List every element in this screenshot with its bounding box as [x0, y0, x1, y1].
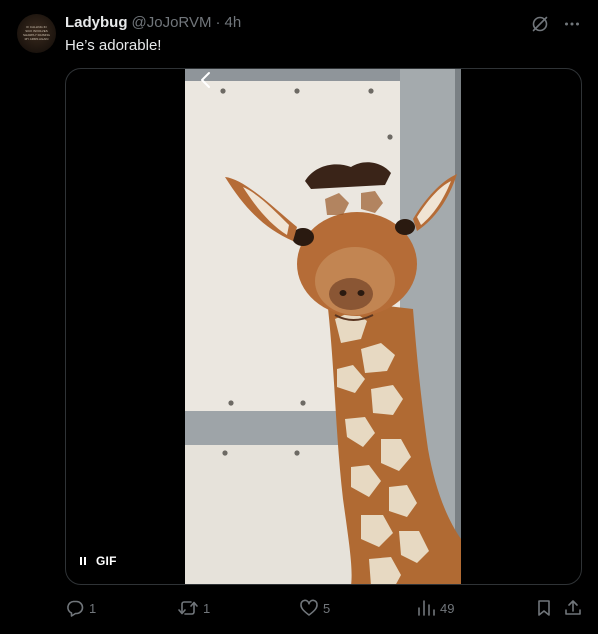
- giraffe-gif[interactable]: [185, 69, 461, 584]
- pause-icon[interactable]: [78, 556, 88, 566]
- more-icon[interactable]: [562, 14, 582, 34]
- reply-icon: [67, 600, 84, 617]
- views-count: 49: [440, 600, 455, 616]
- gif-label: GIF: [96, 554, 117, 568]
- timestamp[interactable]: 4h: [224, 14, 241, 31]
- chevron-left-icon[interactable]: [199, 71, 213, 89]
- repost-button[interactable]: 1: [177, 597, 210, 619]
- avatar-caption: IF CALLING IN SICK INVOLVES SHARPLY RAIS…: [23, 25, 50, 41]
- share-icon: [565, 600, 581, 615]
- repost-icon: [178, 601, 198, 615]
- media-container[interactable]: GIF: [65, 68, 582, 585]
- author-handle[interactable]: @JoJoRVM: [132, 14, 212, 31]
- heart-icon: [300, 599, 318, 616]
- tweet-header: Ladybug @JoJoRVM · 4h: [65, 14, 241, 34]
- views-icon: [418, 600, 435, 616]
- bookmark-button[interactable]: [534, 597, 554, 619]
- share-button[interactable]: [563, 597, 583, 619]
- like-button[interactable]: 5: [299, 597, 330, 619]
- like-count: 5: [323, 600, 331, 616]
- separator-dot: ·: [215, 14, 221, 31]
- avatar[interactable]: IF CALLING IN SICK INVOLVES SHARPLY RAIS…: [17, 14, 56, 53]
- views-button[interactable]: 49: [416, 597, 454, 619]
- tweet-text: He’s adorable!: [65, 37, 162, 54]
- grok-icon[interactable]: [530, 14, 550, 34]
- reply-count: 1: [89, 600, 97, 616]
- tweet-top-actions: [530, 14, 582, 34]
- tweet-actions: 1 1 5 49: [65, 597, 585, 619]
- gif-badge[interactable]: GIF: [78, 553, 117, 569]
- repost-count: 1: [203, 600, 211, 616]
- bookmark-icon: [538, 600, 550, 616]
- reply-button[interactable]: 1: [65, 597, 96, 619]
- author-name[interactable]: Ladybug: [65, 14, 128, 31]
